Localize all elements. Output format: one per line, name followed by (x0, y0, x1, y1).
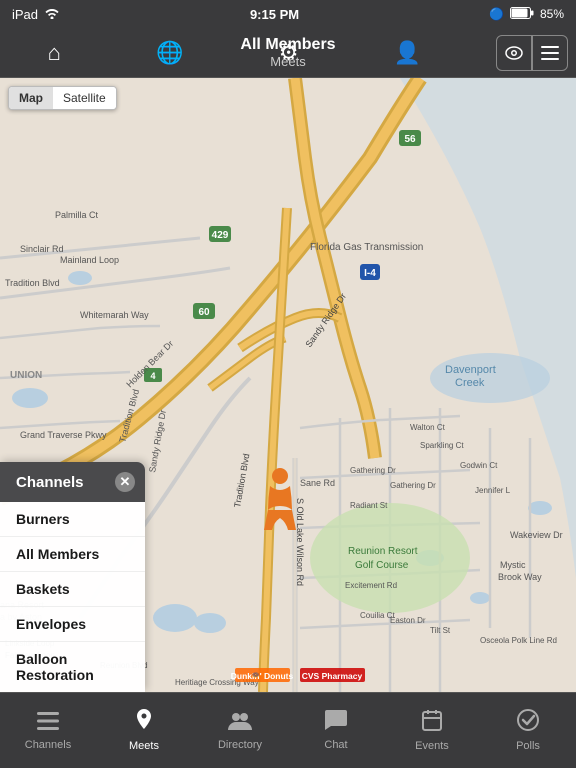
globe-icon[interactable]: 🌐 (148, 32, 191, 74)
svg-text:429: 429 (212, 230, 229, 241)
channels-tab-label: Channels (25, 739, 71, 751)
channel-item-2[interactable]: Baskets (0, 572, 145, 607)
svg-text:Grand Traverse Pkwy: Grand Traverse Pkwy (20, 430, 107, 440)
svg-text:Jennifer L: Jennifer L (475, 486, 511, 495)
svg-text:Excitement Rd: Excitement Rd (345, 581, 397, 590)
top-nav: ⌂ 🌐 All Members Meets ⚙ 👤 ? (0, 28, 576, 78)
events-tab-icon (422, 709, 442, 737)
svg-text:Florida Gas Transmission: Florida Gas Transmission (310, 242, 423, 253)
svg-text:Creek: Creek (455, 377, 485, 389)
svg-text:Walton Ct: Walton Ct (410, 423, 446, 432)
tab-meets[interactable]: Meets (114, 709, 174, 752)
svg-text:S Old Lake Wilson Rd: S Old Lake Wilson Rd (295, 498, 305, 586)
meets-tab-label: Meets (129, 740, 159, 752)
svg-text:I-4: I-4 (364, 268, 376, 279)
top-right-controls (496, 35, 568, 71)
svg-text:Davenport: Davenport (445, 364, 496, 376)
svg-text:Easton Dr: Easton Dr (390, 616, 426, 625)
events-tab-label: Events (415, 740, 449, 752)
svg-text:Tradition Blvd: Tradition Blvd (5, 278, 60, 288)
svg-text:Sane Rd: Sane Rd (300, 478, 335, 488)
svg-text:Dunkin' Donuts: Dunkin' Donuts (231, 671, 294, 681)
svg-text:UNION: UNION (10, 370, 42, 381)
polls-tab-icon (517, 709, 539, 737)
channels-header: Channels ✕ (0, 462, 145, 502)
channels-panel: Channels ✕ BurnersAll MembersBasketsEnve… (0, 462, 145, 692)
channel-item-4[interactable]: Balloon Restoration (0, 642, 145, 692)
channel-item-0[interactable]: Burners (0, 502, 145, 537)
chat-tab-label: Chat (324, 739, 347, 751)
home-icon[interactable]: ⌂ (40, 32, 69, 74)
svg-text:Sinclair Rd: Sinclair Rd (20, 244, 64, 254)
svg-text:Brook Way: Brook Way (498, 572, 542, 582)
channel-item-3[interactable]: Envelopes (0, 607, 145, 642)
battery-icon (510, 7, 534, 22)
svg-text:Gathering Dr: Gathering Dr (390, 481, 436, 490)
svg-text:Palmilla Ct: Palmilla Ct (55, 210, 99, 220)
svg-text:Godwin Ct: Godwin Ct (460, 461, 498, 470)
svg-text:Reunion Resort: Reunion Resort (348, 546, 418, 557)
svg-text:60: 60 (198, 307, 210, 318)
bottom-tab-bar: Channels Meets Directory Chat Events Polls (0, 692, 576, 768)
svg-text:Osceola Polk Line Rd: Osceola Polk Line Rd (480, 636, 557, 645)
svg-text:Wakeview Dr: Wakeview Dr (510, 530, 563, 540)
svg-text:Mystic: Mystic (500, 560, 526, 570)
tab-chat[interactable]: Chat (306, 710, 366, 751)
channels-label: Channels (16, 474, 84, 491)
page-title-sub: Meets (240, 54, 335, 70)
svg-text:Golf Course: Golf Course (355, 560, 409, 571)
svg-text:Sparkling Ct: Sparkling Ct (420, 441, 464, 450)
svg-text:CVS Pharmacy: CVS Pharmacy (302, 671, 363, 681)
directory-tab-icon (228, 710, 252, 736)
svg-text:Gathering Dr: Gathering Dr (350, 466, 396, 475)
channels-tab-icon (37, 710, 59, 736)
status-time: 9:15 PM (250, 7, 299, 22)
svg-text:Radiant St: Radiant St (350, 501, 388, 510)
status-bar: iPad 9:15 PM 🔵 85% (0, 0, 576, 28)
wifi-icon (44, 7, 60, 22)
eye-button[interactable] (496, 35, 532, 71)
svg-text:Whitemarah Way: Whitemarah Way (80, 310, 149, 320)
svg-text:56: 56 (404, 134, 416, 145)
satellite-button[interactable]: Satellite (53, 87, 116, 109)
tab-events[interactable]: Events (402, 709, 462, 752)
chat-tab-icon (325, 710, 347, 736)
map-button[interactable]: Map (9, 87, 53, 109)
svg-text:Mainland Loop: Mainland Loop (60, 255, 119, 265)
svg-text:4: 4 (150, 371, 155, 381)
ipad-label: iPad (12, 7, 38, 22)
tab-polls[interactable]: Polls (498, 709, 558, 752)
header-title: All Members Meets (240, 35, 335, 70)
bluetooth-icon: 🔵 (489, 7, 504, 21)
channels-list: BurnersAll MembersBasketsEnvelopesBalloo… (0, 502, 145, 692)
person-icon[interactable]: 👤 (386, 32, 429, 74)
map-container[interactable]: Davenport Creek (0, 78, 576, 692)
tab-channels[interactable]: Channels (18, 710, 78, 751)
page-title-main: All Members (240, 35, 335, 54)
meets-tab-icon (135, 709, 153, 737)
directory-tab-label: Directory (218, 739, 262, 751)
channel-item-1[interactable]: All Members (0, 537, 145, 572)
tab-directory[interactable]: Directory (210, 710, 270, 751)
close-channels-button[interactable]: ✕ (115, 472, 135, 492)
svg-text:🍩: 🍩 (252, 672, 260, 679)
polls-tab-label: Polls (516, 740, 540, 752)
map-toggle: Map Satellite (8, 86, 117, 110)
svg-text:Tilt St: Tilt St (430, 626, 451, 635)
battery-label: 85% (540, 7, 564, 21)
menu-button[interactable] (532, 35, 568, 71)
